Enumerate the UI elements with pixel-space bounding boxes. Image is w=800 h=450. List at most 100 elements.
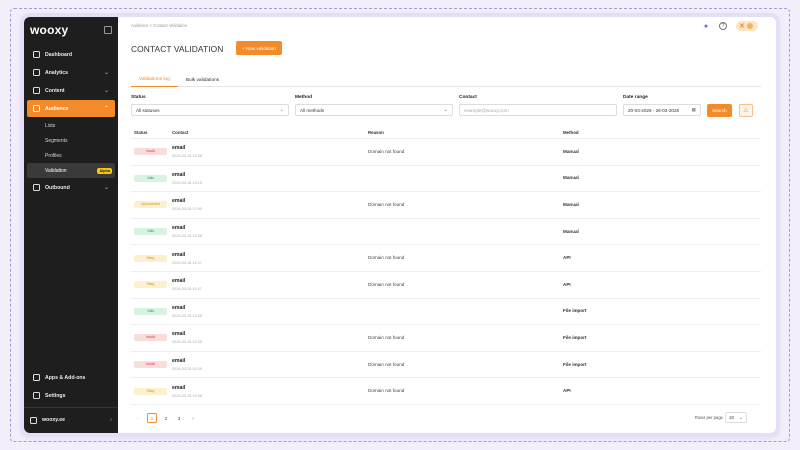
new-validation-button[interactable]: + New validation (236, 41, 282, 55)
reason-cell: Domain not found (368, 255, 563, 261)
contact-cell: email 2026-03-26 17:00 (172, 198, 368, 211)
method-text: Manual (563, 201, 579, 207)
chart-icon (33, 69, 40, 76)
sidebar-subitem-lists[interactable]: Lists (27, 118, 115, 133)
status-select[interactable]: All statuses ⌄ (131, 104, 289, 116)
table-row[interactable]: Valid email 2026-03-26 15:18 Manual (131, 166, 761, 193)
status-cell: Invalid (131, 148, 172, 156)
table-row[interactable]: Invalid email 2026-03-26 15:38 Domain no… (131, 139, 761, 166)
date-filter-label: Date range (623, 95, 648, 100)
contact-value[interactable]: email (172, 305, 368, 311)
contact-value[interactable]: email (172, 278, 368, 284)
tab-validations-log[interactable]: Validations log (131, 73, 178, 87)
sidebar-item-audience[interactable]: Audience ⌃ (27, 100, 115, 117)
sidebar-item-outbound[interactable]: Outbound ⌄ (27, 179, 115, 196)
contact-value[interactable]: email (172, 358, 368, 364)
sparkle-icon[interactable]: ✦ (702, 22, 710, 31)
tabs: Validations log Bulk validations (131, 73, 761, 87)
rows-per-page-select[interactable]: 10 ⌄ (725, 412, 747, 423)
method-text: API (563, 281, 571, 287)
sidebar-subitem-segments[interactable]: Segments (27, 133, 115, 148)
contact-value[interactable]: email (172, 145, 368, 151)
contact-timestamp: 2026-03-25 10:06 (172, 393, 202, 398)
status-badge: Risky (134, 387, 167, 395)
reason-text: Domain not found (368, 361, 405, 367)
method-text: File import (563, 334, 587, 340)
reason-text: Domain not found (368, 388, 405, 394)
method-select[interactable]: All methods ⌄ (295, 104, 453, 116)
sidebar-item-content[interactable]: Content ⌄ (27, 82, 115, 99)
table-row[interactable]: Risky email 2026-03-26 11:37 Domain not … (131, 245, 761, 272)
contact-value[interactable]: email (172, 225, 368, 231)
status-cell: Risky (131, 387, 172, 395)
rows-per-page-value: 10 (729, 415, 734, 420)
table-row[interactable]: Invalid email 2026-03-25 10:29 Domain no… (131, 352, 761, 379)
contact-timestamp: 2026-03-26 15:38 (172, 234, 202, 239)
contact-input[interactable]: example@wooxy.com (459, 104, 617, 116)
warning-icon[interactable]: ⚠ (739, 104, 753, 117)
contact-cell: email 2026-03-25 10:29 (172, 358, 368, 371)
contact-value[interactable]: email (172, 252, 368, 258)
contact-cell: email 2026-03-26 11:37 (172, 252, 368, 265)
divider (24, 407, 118, 408)
breadcrumb[interactable]: Audience > Contact Validation (131, 23, 187, 28)
sidebar-item-settings[interactable]: Settings (27, 387, 115, 404)
table-row[interactable]: Valid email 2026-03-26 15:38 Manual (131, 219, 761, 246)
sidebar-item-dashboard[interactable]: Dashboard (27, 46, 115, 63)
status-badge: Valid (134, 228, 167, 236)
alpha-badge: Alpha (97, 167, 112, 174)
prev-page-icon[interactable]: ‹ (133, 413, 143, 423)
avatar (746, 23, 753, 29)
column-header-contact[interactable]: Contact (172, 130, 368, 135)
reason-cell: Domain not found (368, 202, 563, 208)
contact-timestamp: 2026-03-26 15:18 (172, 180, 202, 185)
contact-value[interactable]: email (172, 198, 368, 204)
reason-text: Domain not found (368, 281, 405, 287)
page-3[interactable]: 3 (174, 413, 184, 423)
next-page-icon[interactable]: › (188, 413, 198, 423)
method-cell: File import (563, 308, 761, 314)
reason-text: Domain not found (368, 334, 405, 340)
top-icons: ✦ ? ✕ (702, 21, 758, 31)
table-row[interactable]: Invalid email 2026-03-25 10:29 Domain no… (131, 325, 761, 352)
status-badge: Valid (134, 307, 167, 315)
sidebar-item-apps[interactable]: Apps & Add-ons (27, 369, 115, 386)
table-row[interactable]: Risky email 2026-03-25 10:06 Domain not … (131, 378, 761, 405)
apps-icon (33, 374, 40, 381)
page-1[interactable]: 1 (147, 413, 157, 423)
column-header-status[interactable]: Status (131, 130, 172, 135)
contact-timestamp: 2026-03-25 14:29 (172, 313, 202, 318)
sidebar-subitem-profiles[interactable]: Profiles (27, 148, 115, 163)
account-switcher[interactable]: wooxy.ee › (24, 411, 118, 429)
user-avatar[interactable]: ✕ (736, 21, 758, 31)
table-row[interactable]: Unprocessed email 2026-03-26 17:00 Domai… (131, 192, 761, 219)
reason-cell: Domain not found (368, 388, 563, 394)
date-range-input[interactable]: 20-03-2026 - 26-03-2026 ▦ (623, 104, 701, 116)
contact-cell: email 2026-03-26 15:18 (172, 172, 368, 185)
table-row[interactable]: Valid email 2026-03-25 14:29 File import (131, 299, 761, 326)
logo: wooxy (30, 23, 69, 37)
contact-timestamp: 2026-03-26 11:37 (172, 260, 202, 265)
column-header-reason[interactable]: Reason (368, 130, 563, 135)
help-icon[interactable]: ? (719, 22, 727, 30)
method-text: Manual (563, 148, 579, 154)
contact-value[interactable]: email (172, 331, 368, 337)
users-icon (33, 105, 40, 112)
contact-value[interactable]: email (172, 385, 368, 391)
sidebar-item-label: Apps & Add-ons (45, 374, 86, 381)
search-button[interactable]: Search (707, 104, 732, 117)
validations-table: Status Contact Reason Method Invalid ema… (131, 127, 761, 405)
column-header-method[interactable]: Method (563, 130, 761, 135)
sidebar-subitem-validation[interactable]: Validation Alpha (27, 163, 115, 178)
page-2[interactable]: 2 (161, 413, 171, 423)
sidebar-item-analytics[interactable]: Analytics ⌄ (27, 64, 115, 81)
table-row[interactable]: Risky email 2026-03-26 11:47 Domain not … (131, 272, 761, 299)
sidebar-collapse-icon[interactable] (104, 26, 112, 34)
chevron-down-icon: ⌄ (738, 414, 743, 421)
calendar-icon: ▦ (691, 107, 696, 112)
status-filter-label: Status (131, 95, 146, 100)
status-badge: Invalid (134, 148, 167, 156)
contact-value[interactable]: email (172, 172, 368, 178)
tab-bulk-validations[interactable]: Bulk validations (178, 73, 227, 87)
chevron-right-icon: › (110, 417, 112, 423)
